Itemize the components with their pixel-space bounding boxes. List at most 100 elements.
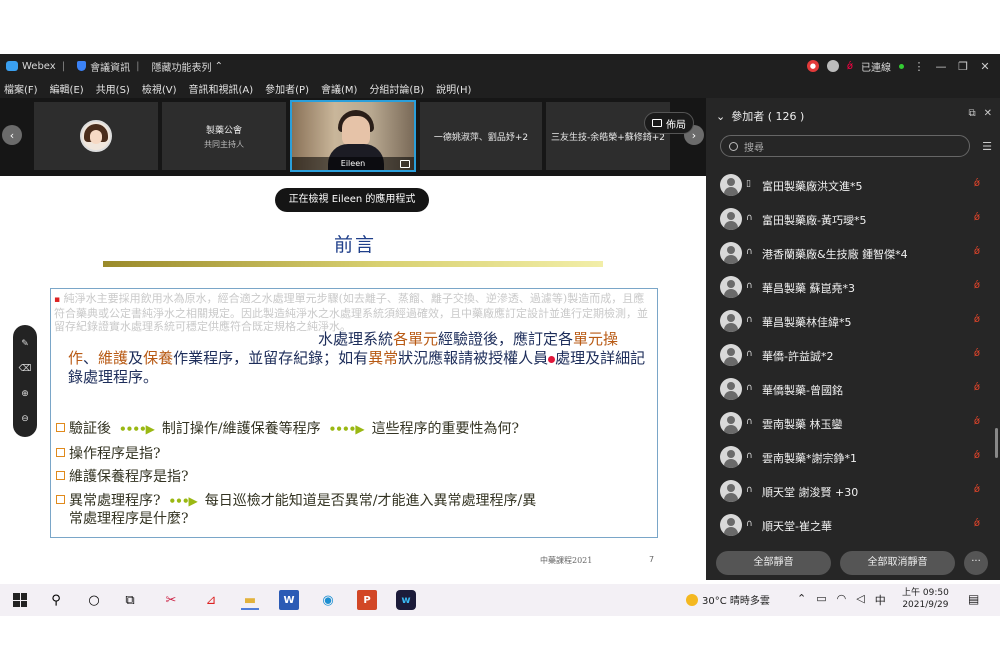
minimize-icon[interactable]: — [934,60,948,73]
cortana-icon[interactable]: ○ [84,590,104,610]
share-screen-icon [400,160,410,168]
notification-icon[interactable]: ▤ [968,592,979,606]
menu-edit[interactable]: 編輯(E) [50,81,84,96]
word-icon[interactable]: W [279,590,299,610]
connection-status: 已連線 [861,62,891,74]
mic-muted-icon[interactable]: ǿ [974,212,980,223]
phone-icon: ▯ [746,179,751,189]
participant-row[interactable]: ∩ 雲南製藥 林玉鑾 ǿ [706,406,1000,440]
wifi-icon[interactable]: ◠ [837,592,847,608]
edge-icon[interactable]: ◉ [318,590,338,610]
headset-icon: ∩ [746,281,753,291]
more-options-button[interactable]: ··· [964,551,988,575]
powerpoint-icon[interactable]: P [357,590,377,610]
close-icon[interactable]: ✕ [978,60,992,73]
webex-taskbar-icon[interactable]: w [396,590,416,610]
network-icon[interactable]: ▭ [816,592,826,608]
video-tile-group-1[interactable]: 一德姚淑萍、劉品妤+2 [420,102,542,170]
strip-prev-button[interactable]: ‹ [2,125,22,145]
menu-breakout[interactable]: 分組討論(B) [369,81,424,96]
video-tile-eileen[interactable]: Eileen [290,100,416,172]
question-item: 驗証後 ••••▶ 制訂操作/維護保養等程序 ••••▶ 這些程序的重要性為何? [56,418,656,438]
eraser-icon[interactable]: ⌫ [18,362,32,376]
participant-row[interactable]: ∩ 順天堂-崔之華 ǿ [706,508,1000,542]
question-item: 維護保養程序是指? [56,466,656,486]
clock[interactable]: 上午 09:50 2021/9/29 [902,587,949,611]
slide-footer: 中藥課程2021 [540,556,593,565]
participant-row[interactable]: ▯ 富田製藥廠洪文進*5 ǿ [706,168,1000,202]
viewing-banner: 正在檢視 Eileen 的應用程式 [275,188,429,212]
mic-muted-icon[interactable]: ǿ [847,61,853,72]
webex-logo-icon [6,61,18,71]
participant-row[interactable]: ∩ 華僑製藥-曾國銘 ǿ [706,372,1000,406]
search-icon[interactable]: ⚲ [46,590,66,610]
question-item: 異常處理程序? •••▶ 每日巡檢才能知道是否異常/才能進入異常處理程序/異 [56,490,656,510]
mute-all-button[interactable]: 全部靜音 [716,551,831,575]
mic-muted-icon[interactable]: ǿ [974,178,980,189]
search-placeholder: 搜尋 [744,142,764,154]
restore-icon[interactable]: ❐ [956,60,970,73]
zoom-out-icon[interactable]: ⊖ [18,412,32,426]
popout-icon[interactable]: ⧉ [968,108,975,119]
weather-widget[interactable]: 30°C 晴時多雲 [686,592,770,607]
headset-icon: ∩ [746,519,753,529]
mic-muted-icon[interactable]: ǿ [974,450,980,461]
chevron-up-icon[interactable]: ⌃ [797,592,806,608]
file-explorer-icon[interactable]: ▬ [240,590,260,610]
meeting-info-button[interactable]: 會議資訊 [77,59,130,74]
start-button[interactable] [10,590,30,610]
participants-panel: ⌄ 參加者 ( 126 ) ⧉ ✕ 搜尋 ☰ ▯ 富田製藥廠洪文進*5 ǿ ∩ 富田製藥廠… [706,98,1000,580]
sort-icon[interactable]: ☰ [982,140,992,153]
mic-muted-icon[interactable]: ǿ [974,382,980,393]
menu-meeting[interactable]: 會議(M) [321,81,357,96]
participant-row[interactable]: ∩ 雲南製藥*謝宗錚*1 ǿ [706,440,1000,474]
mic-muted-icon[interactable]: ǿ [974,314,980,325]
menu-share[interactable]: 共用(S) [96,81,130,96]
pdf-reader-icon[interactable]: ⊿ [201,590,221,610]
panel-scrollbar[interactable] [995,428,998,458]
more-icon[interactable]: ⋮ [912,60,926,73]
mic-muted-icon[interactable]: ǿ [974,518,980,529]
ime-indicator[interactable]: 中 [875,592,886,608]
mic-muted-icon[interactable]: ǿ [974,416,980,427]
unmute-all-button[interactable]: 全部取消靜音 [840,551,955,575]
chevron-left-icon: ‹ [9,128,15,142]
recording-icon[interactable]: ● [806,60,819,72]
avatar [720,344,742,366]
panel-header[interactable]: ⌄ 參加者 ( 126 ) [716,108,804,124]
zoom-in-icon[interactable]: ⊕ [18,387,32,401]
pen-icon[interactable]: ✎ [18,337,32,351]
snipping-tool-icon[interactable]: ✂ [161,590,181,610]
tile-name: 一德姚淑萍、劉品妤+2 [433,132,529,143]
search-input[interactable]: 搜尋 [720,135,970,157]
menu-audio-video[interactable]: 音訊和視訊(A) [189,81,254,96]
video-tile-avatar[interactable] [34,102,158,170]
title-underline [103,261,603,267]
menu-view[interactable]: 檢視(V) [142,81,177,96]
participant-row[interactable]: ∩ 港香蘭藥廠&生技廠 鍾智傑*4 ǿ [706,236,1000,270]
main-text-highlight: 各單元 [393,330,439,348]
task-view-icon[interactable]: ⧉ [120,590,140,610]
participant-row[interactable]: ∩ 華昌製藥林佳緯*5 ǿ [706,304,1000,338]
video-tile-cohost[interactable]: 製藥公會 共同主持人 [162,102,286,170]
mic-muted-icon[interactable]: ǿ [974,484,980,495]
participant-row[interactable]: ∩ 華昌製藥 蘇崑堯*3 ǿ [706,270,1000,304]
question-text: 每日巡檢才能知道是否異常/才能進入異常處理程序/異 [204,493,537,509]
hide-menu-bar-button[interactable]: 隱藏功能表列 ⌃ [151,59,223,74]
avatar [720,378,742,400]
chevron-up-icon: ⌃ [214,60,224,72]
layout-button[interactable]: 佈局 [644,112,694,134]
menu-file[interactable]: 檔案(F) [4,81,38,96]
mic-muted-icon[interactable]: ǿ [974,348,980,359]
headset-icon: ∩ [746,213,753,223]
participant-row[interactable]: ∩ 富田製藥廠-黃巧璦*5 ǿ [706,202,1000,236]
participant-row[interactable]: ∩ 順天堂 謝浚賢 +30 ǿ [706,474,1000,508]
menu-participants[interactable]: 參加者(P) [265,81,309,96]
participant-row[interactable]: ∩ 華僑-許益誠*2 ǿ [706,338,1000,372]
connected-dot-icon [899,63,904,69]
mic-muted-icon[interactable]: ǿ [974,280,980,291]
mic-muted-icon[interactable]: ǿ [974,246,980,257]
volume-icon[interactable]: ◁ [856,592,864,608]
menu-help[interactable]: 說明(H) [436,81,471,96]
close-icon[interactable]: ✕ [984,108,992,119]
